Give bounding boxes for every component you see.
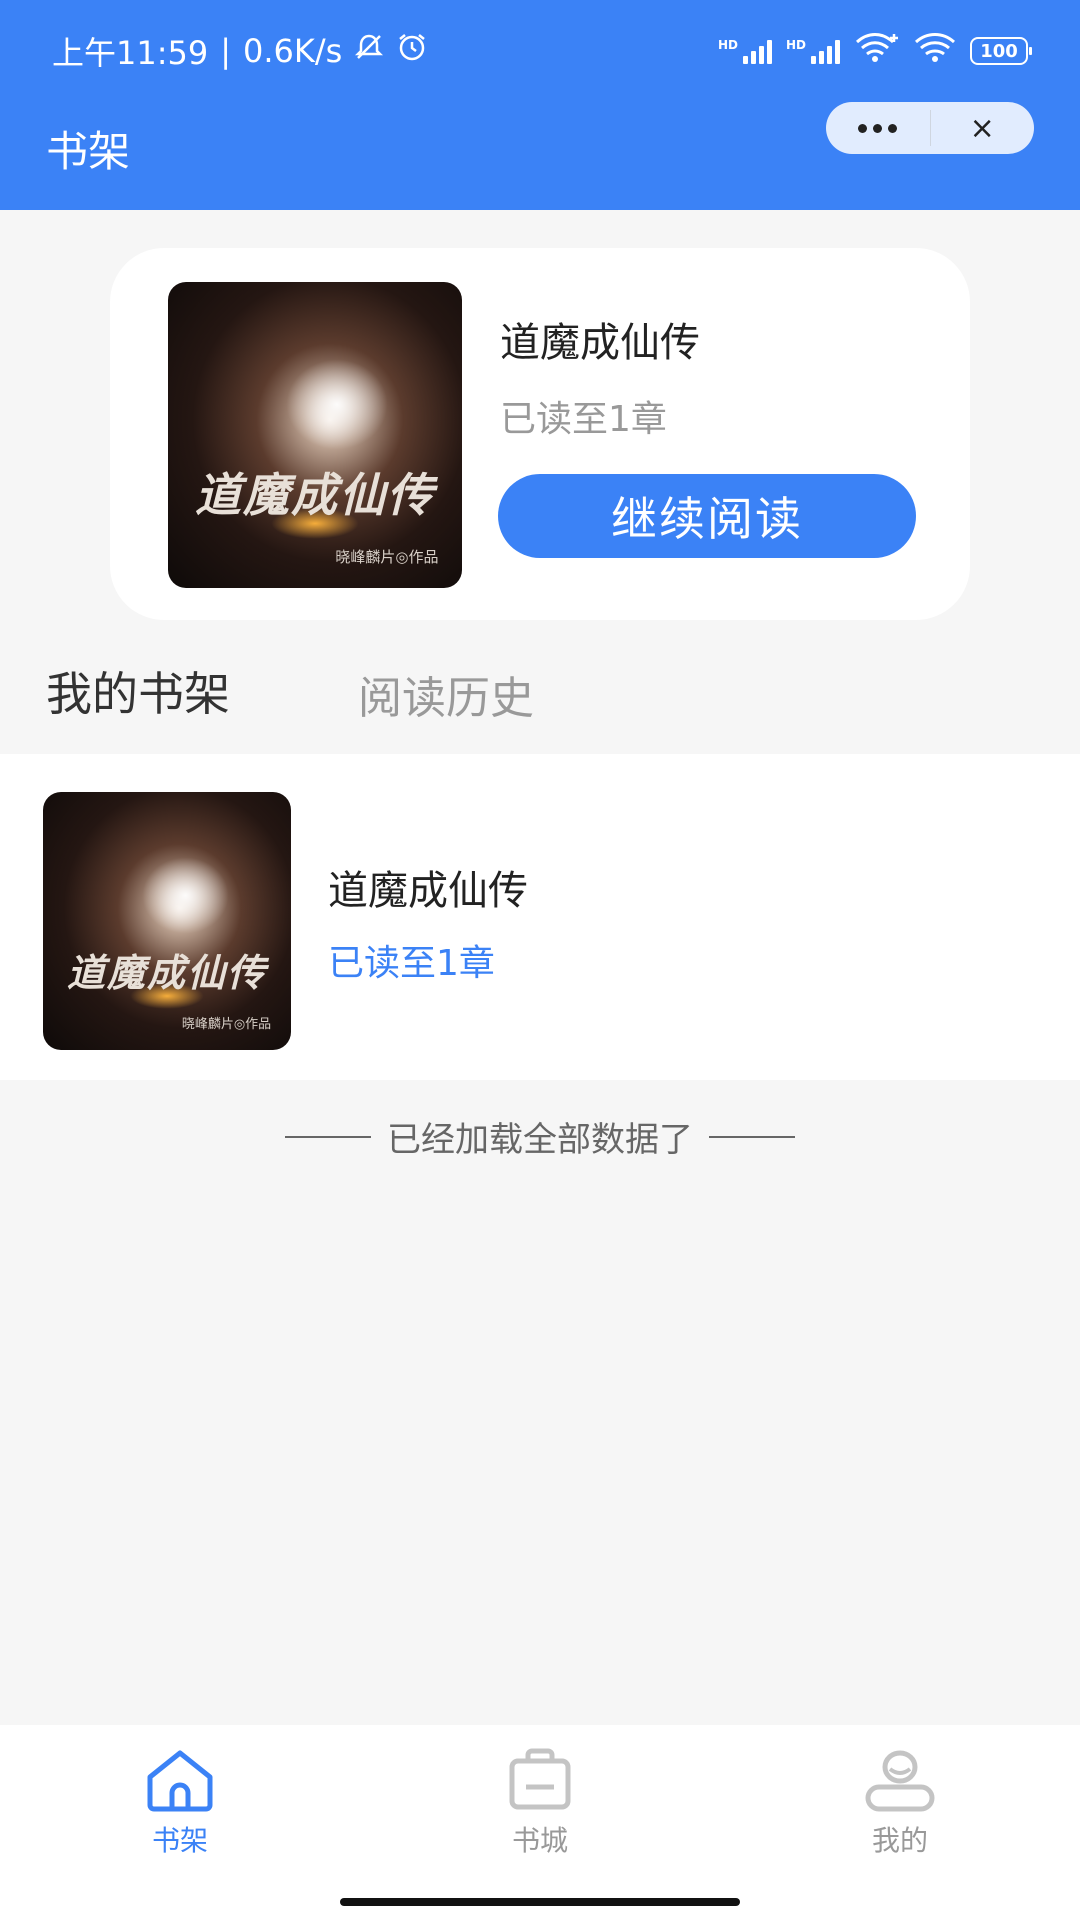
user-icon <box>865 1750 935 1812</box>
signal-2-icon: HD <box>786 38 840 64</box>
status-time: 上午11:59 <box>52 34 209 72</box>
cover-author: 晓峰麟片◎作品 <box>335 547 439 566</box>
close-button[interactable]: × <box>931 102 1035 154</box>
list-book-cover[interactable]: 道魔成仙传 晓峰麟片◎作品 <box>43 792 291 1050</box>
cover-author: 晓峰麟片◎作品 <box>181 1016 272 1032</box>
nav-mine-label: 我的 <box>871 1824 928 1857</box>
status-net-speed: 0.6K/s <box>243 32 343 70</box>
cover-title: 道魔成仙传 <box>194 468 435 523</box>
nav-mine[interactable]: 我的 <box>720 1725 1080 1920</box>
tab-reading-history[interactable]: 阅读历史 <box>358 662 534 726</box>
nav-bookshelf-label: 书架 <box>151 1824 208 1857</box>
battery-icon: 100 <box>970 37 1032 65</box>
list-book-title[interactable]: 道魔成仙传 <box>328 858 528 916</box>
close-icon: × <box>969 110 995 146</box>
nav-bookshelf[interactable]: 书架 <box>0 1725 360 1920</box>
mute-bell-icon <box>354 32 384 70</box>
book-cover[interactable]: 道魔成仙传 晓峰麟片◎作品 <box>168 282 462 588</box>
miniapp-capsule: × <box>826 102 1034 154</box>
divider-line-left <box>285 1135 371 1138</box>
cover-title: 道魔成仙传 <box>66 949 267 995</box>
load-complete-hint: 已经加载全部数据了 <box>0 1112 1080 1161</box>
tab-my-bookshelf[interactable]: 我的书架 <box>46 658 230 724</box>
divider-line-right <box>709 1135 795 1138</box>
wifi-plus-icon <box>854 31 900 71</box>
bookshelf-list: 道魔成仙传 晓峰麟片◎作品 道魔成仙传 已读至1章 <box>0 754 1080 1080</box>
nav-bookstore-label: 书城 <box>511 1824 568 1857</box>
recent-book-title: 道魔成仙传 <box>500 320 700 366</box>
signal-1-icon: HD <box>718 38 772 64</box>
status-bar: 上午11:59 | 0.6K/s HD HD 100 <box>52 28 1032 74</box>
app-header: 上午11:59 | 0.6K/s HD HD 100 书架 × <box>0 0 1080 210</box>
alarm-icon <box>396 31 428 71</box>
list-book-progress: 已读至1章 <box>328 943 495 984</box>
recent-reading-card[interactable]: 道魔成仙传 晓峰麟片◎作品 道魔成仙传 已读至1章 继续阅读 <box>110 248 970 620</box>
home-icon <box>147 1750 213 1812</box>
bottom-tab-bar: 书架 书城 我的 <box>0 1725 1080 1920</box>
page-title: 书架 <box>46 127 131 176</box>
more-button[interactable] <box>826 102 930 154</box>
shopping-bag-icon <box>509 1748 571 1810</box>
more-dots-icon <box>858 123 898 133</box>
wifi-icon <box>914 31 956 71</box>
nav-bookstore[interactable]: 书城 <box>360 1725 720 1920</box>
recent-reading-progress: 已读至1章 <box>500 399 667 440</box>
status-separator: | <box>220 32 232 70</box>
home-indicator[interactable] <box>340 1898 740 1906</box>
load-complete-text: 已经加载全部数据了 <box>387 1120 693 1160</box>
continue-reading-button[interactable]: 继续阅读 <box>498 474 916 558</box>
